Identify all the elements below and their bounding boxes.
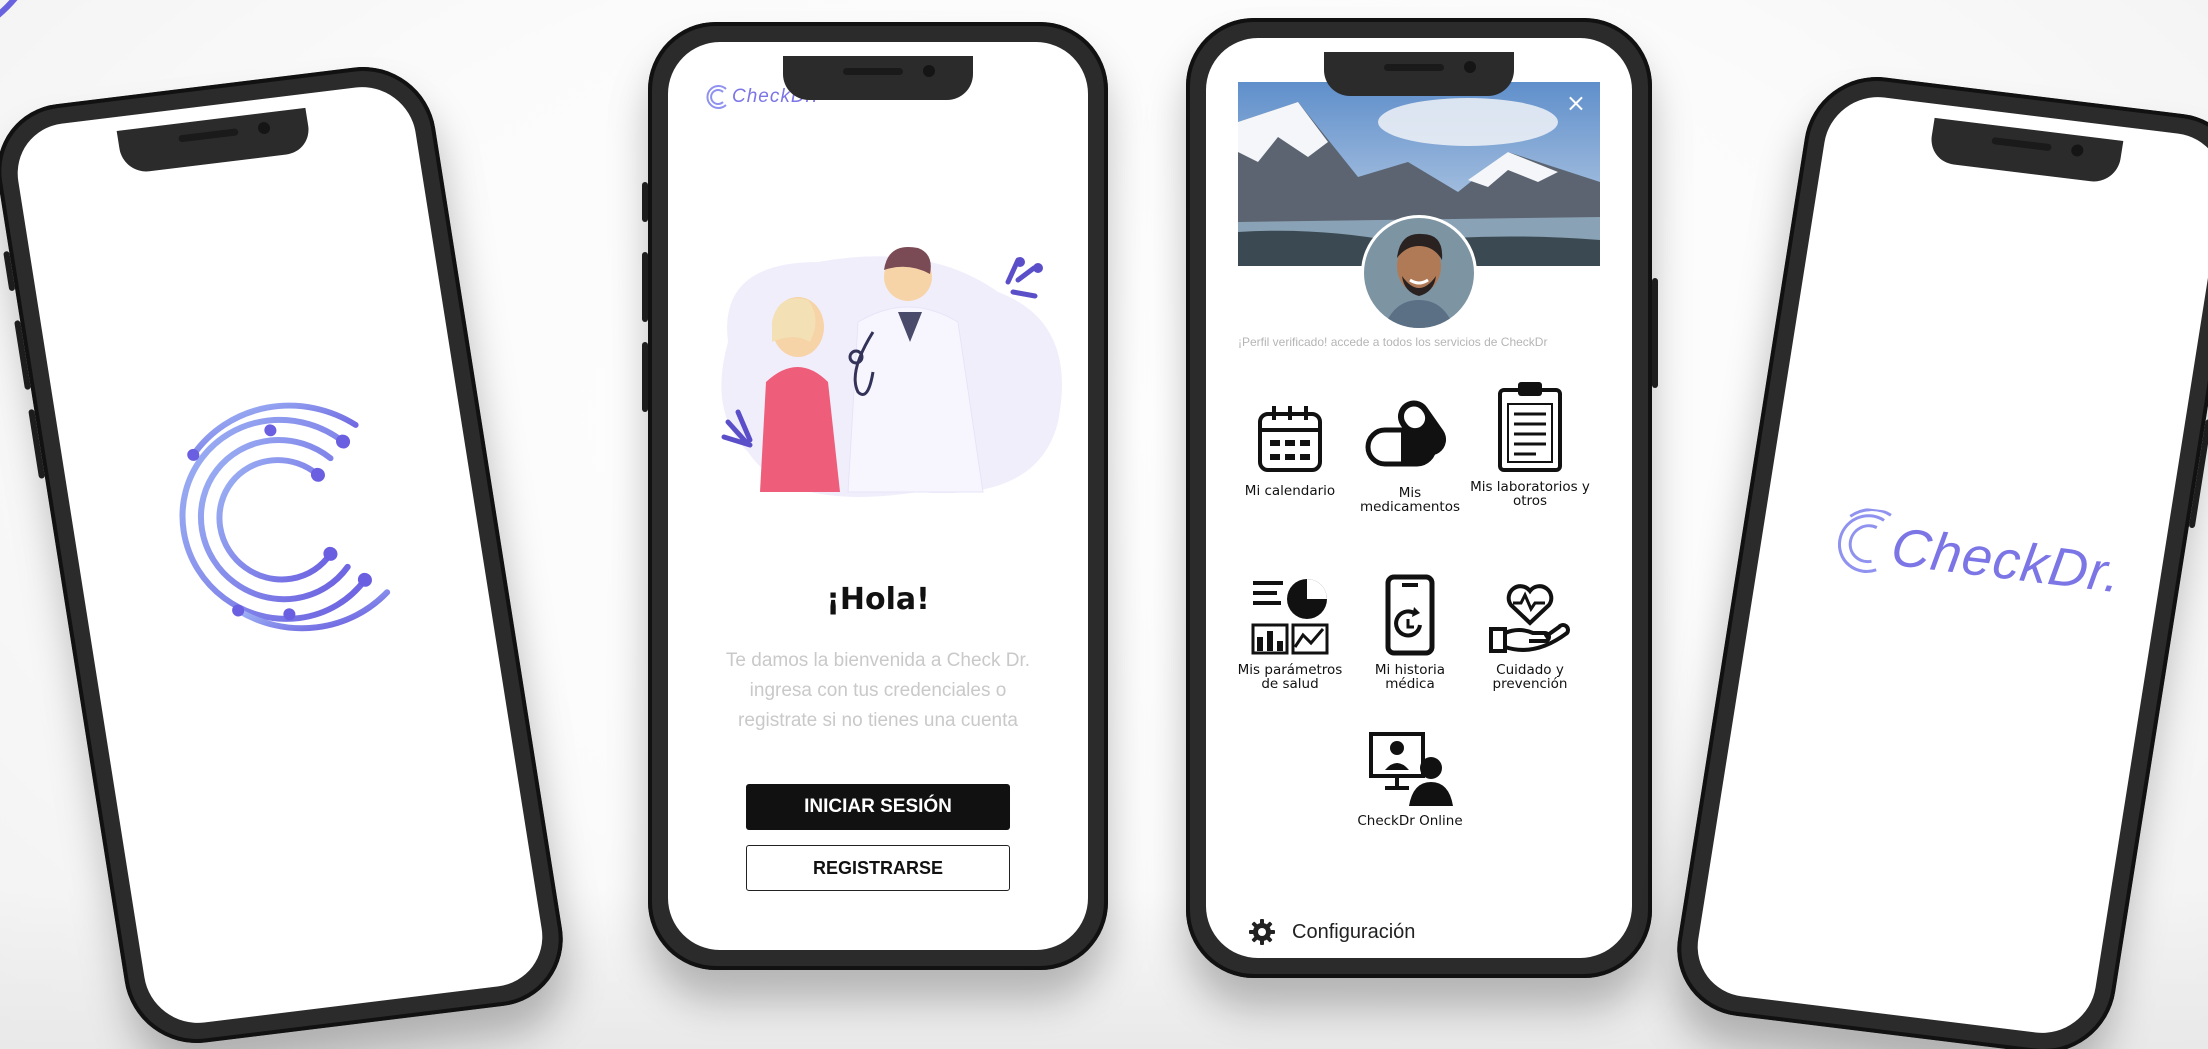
phone-splash-right: CheckDr. (1667, 69, 2208, 1049)
user-avatar[interactable] (1364, 218, 1474, 328)
service-labs[interactable]: Mis laboratorios y otros (1470, 378, 1590, 508)
service-medical-history[interactable]: Mi historia médica (1350, 573, 1470, 691)
power-button (2188, 418, 2208, 529)
service-label: Mis parámetros de salud (1237, 662, 1343, 692)
verified-profile-text: ¡Perfil verificado! accede a todos los s… (1238, 335, 1548, 349)
login-screen: CheckDr. ¡Hola! Te damos la bienvenida a… (668, 42, 1088, 950)
checkdr-logo-icon (1837, 508, 1892, 573)
mute-switch (3, 250, 16, 292)
user-avatar-photo (1364, 218, 1474, 328)
profile-screen: × ¡Perfil verificado! accede a todos los… (1206, 38, 1632, 958)
volume-down-button (28, 408, 46, 479)
charts-icon (1251, 579, 1329, 655)
welcome-text: Te damos la bienvenida a Check Dr. ingre… (725, 650, 1031, 731)
pill-icon (1365, 400, 1447, 467)
service-medications[interactable]: Mis medicamentos (1350, 390, 1470, 514)
service-label: Mis laboratorios y otros (1470, 479, 1590, 509)
close-button[interactable]: × (1560, 88, 1592, 118)
notch (116, 107, 313, 175)
checkdr-c-logo-icon (179, 402, 391, 632)
phone-history-icon (1385, 574, 1435, 656)
settings-label: Configuración (1292, 920, 1416, 943)
mockup-stage: CheckDr. ¡Hola! Te damos la bienvenida a… (0, 0, 2208, 1049)
notch (783, 56, 973, 100)
checkdr-logo-icon (706, 85, 727, 109)
greeting-heading: ¡Hola! (826, 582, 930, 617)
calendar-icon (1258, 406, 1322, 472)
notch (1927, 117, 2124, 185)
service-checkdr-online[interactable]: CheckDr Online (1350, 728, 1470, 828)
service-care-prevention[interactable]: Cuidado y prevención (1470, 573, 1590, 691)
doctor-patient-illustration (721, 246, 1062, 497)
phone-profile: × ¡Perfil verificado! accede a todos los… (1186, 18, 1658, 978)
volume-down-button (642, 342, 648, 412)
splash-screen (10, 81, 550, 1029)
notch (1324, 52, 1514, 96)
brand-logo: CheckDr. (1827, 505, 2127, 610)
service-label: Cuidado y prevención (1492, 662, 1568, 692)
service-health-parameters[interactable]: Mis parámetros de salud (1230, 573, 1350, 691)
volume-up-button (14, 320, 32, 390)
video-consult-icon (1369, 732, 1453, 806)
service-calendar[interactable]: Mi calendario (1230, 398, 1350, 498)
service-label: Mi historia médica (1374, 662, 1446, 692)
service-label: Mis medicamentos (1359, 485, 1461, 515)
brand-name: CheckDr. (1887, 516, 2127, 605)
volume-up-button (642, 252, 648, 322)
service-label: CheckDr Online (1357, 813, 1463, 829)
login-button[interactable]: INICIAR SESIÓN (746, 784, 1010, 830)
gear-icon (1249, 919, 1275, 945)
clipboard-icon (1498, 382, 1562, 472)
service-label: Mi calendario (1244, 483, 1336, 499)
mute-switch (642, 182, 648, 222)
heart-hand-icon (1489, 584, 1570, 653)
phone-login: CheckDr. ¡Hola! Te damos la bienvenida a… (642, 22, 1108, 970)
power-button (1652, 278, 1658, 388)
settings-link[interactable]: Configuración (1248, 918, 1415, 946)
register-button[interactable]: REGISTRARSE (746, 845, 1010, 891)
corner-brand-mark (0, 0, 18, 18)
